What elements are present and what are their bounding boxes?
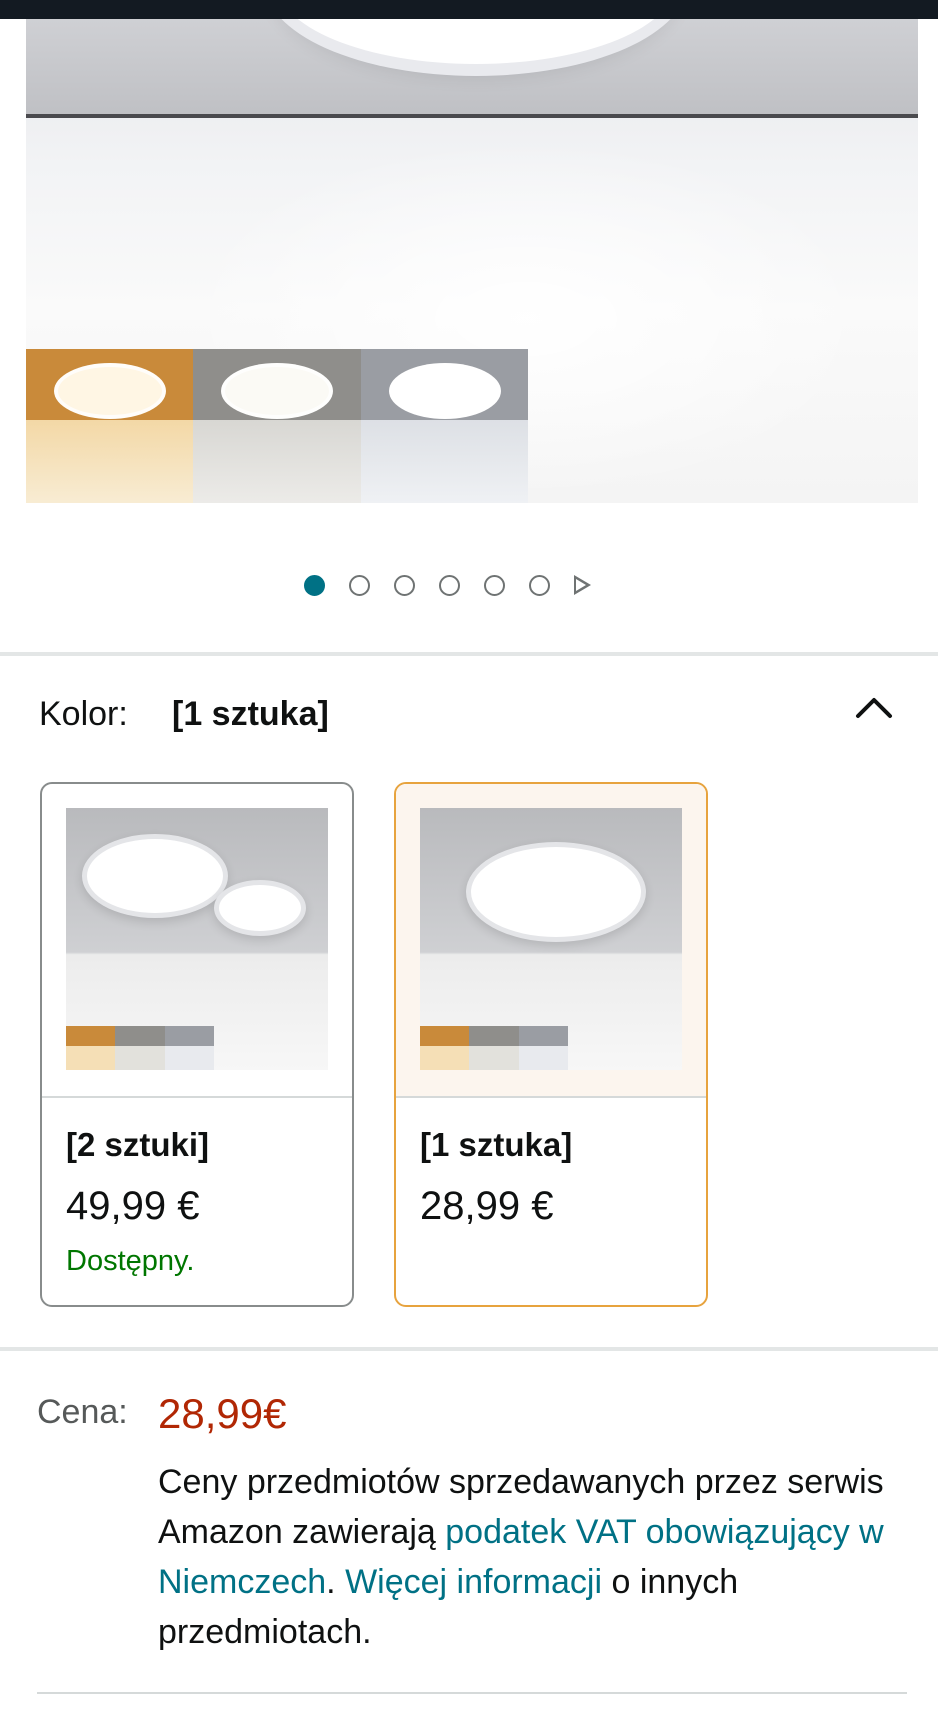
variant-title: [1 sztuka] bbox=[420, 1126, 573, 1163]
carousel-dot-2[interactable] bbox=[349, 574, 370, 596]
variant-label: Kolor: bbox=[39, 695, 128, 733]
variant-title: [2 sztuki] bbox=[66, 1126, 210, 1163]
variant-thumbnail bbox=[420, 808, 682, 1070]
section-divider bbox=[0, 652, 938, 656]
vat-text-part: . bbox=[326, 1563, 346, 1601]
more-info-link[interactable]: Więcej informacji bbox=[345, 1563, 602, 1601]
warm-light-swatch bbox=[26, 349, 194, 503]
cool-light-swatch bbox=[360, 349, 528, 503]
vat-notice: Ceny przedmiotów sprzedawanych przez ser… bbox=[158, 1457, 898, 1657]
carousel-dot-3[interactable] bbox=[394, 574, 415, 596]
variant-thumbnail bbox=[66, 808, 328, 1070]
variant-image-area bbox=[396, 784, 706, 1096]
image-ceiling-edge bbox=[26, 114, 918, 118]
variant-availability: Dostępny. bbox=[66, 1245, 195, 1277]
image-carousel-dots bbox=[304, 573, 591, 597]
chevron-up-icon[interactable] bbox=[854, 692, 894, 722]
carousel-dot-6[interactable] bbox=[529, 574, 550, 596]
variant-option-2-pieces[interactable]: [2 sztuki] 49,99 € Dostępny. bbox=[40, 782, 354, 1307]
neutral-light-swatch bbox=[193, 349, 361, 503]
product-main-image[interactable] bbox=[26, 19, 918, 503]
section-divider bbox=[0, 1347, 938, 1351]
variant-option-1-piece[interactable]: [1 sztuka] 28,99 € bbox=[394, 782, 708, 1307]
bottom-divider bbox=[37, 1692, 907, 1694]
price-value: 28,99€ bbox=[158, 1390, 287, 1437]
variant-price: 49,99 € bbox=[66, 1184, 200, 1228]
next-arrow-icon[interactable] bbox=[574, 575, 591, 595]
variant-price: 28,99 € bbox=[420, 1184, 554, 1228]
variant-image-area bbox=[42, 784, 352, 1096]
variant-selected-value: [1 sztuka] bbox=[172, 695, 329, 733]
image-color-temperature-strip bbox=[26, 349, 528, 503]
carousel-dot-1[interactable] bbox=[304, 574, 325, 596]
status-bar bbox=[0, 0, 938, 19]
carousel-dot-5[interactable] bbox=[484, 574, 505, 596]
price-label: Cena: bbox=[37, 1393, 128, 1431]
carousel-dot-4[interactable] bbox=[439, 574, 460, 596]
